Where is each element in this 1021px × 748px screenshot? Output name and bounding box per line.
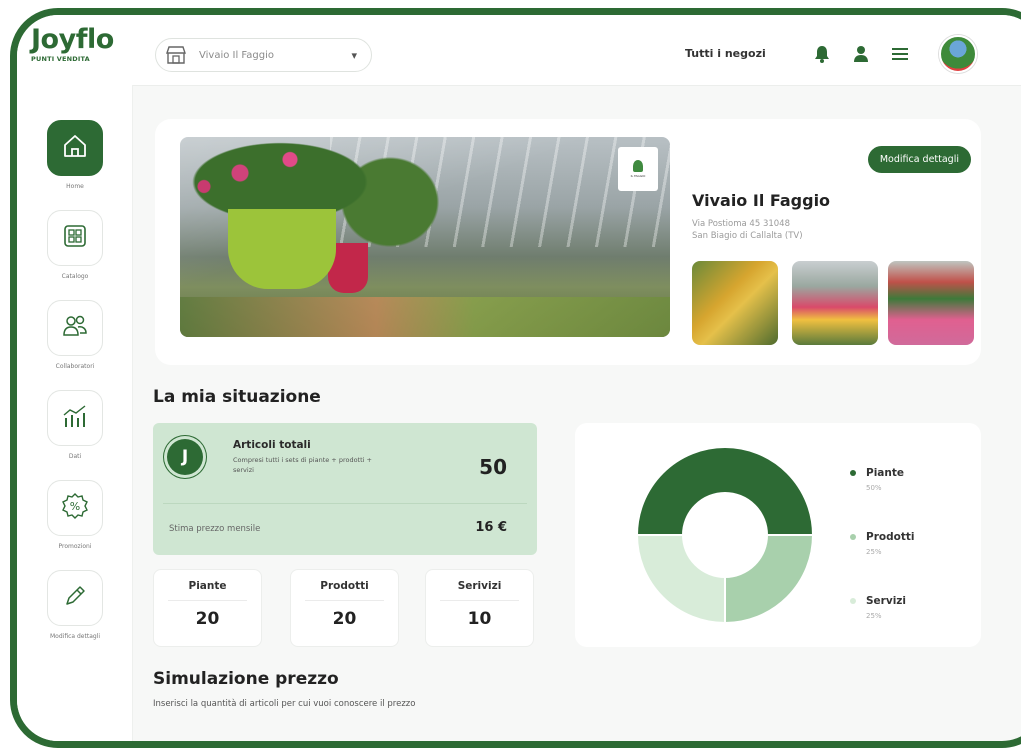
store-address-line: Via Postioma 45 31048 — [692, 219, 790, 229]
catalog-button[interactable] — [47, 210, 103, 266]
legend-item-piante: Piante 50% — [850, 467, 904, 492]
store-logo-label: IL FAGGIO — [630, 174, 646, 178]
legend-row: Servizi — [850, 595, 906, 607]
donut-slice-servizi[interactable] — [635, 534, 726, 625]
monthly-estimate-label: Stima prezzo mensile — [169, 524, 261, 534]
store-photo-thumbnail[interactable] — [692, 261, 778, 345]
sidebar-item-label: Modifica dettagli — [50, 633, 101, 640]
legend-label: Prodotti — [866, 531, 915, 543]
chevron-down-icon: ▾ — [351, 48, 357, 62]
catalog-icon — [62, 223, 88, 253]
edit-details-button[interactable]: Modifica dettagli — [867, 146, 971, 173]
sidebar-item-dati[interactable]: Dati — [42, 390, 108, 461]
store-address-line: San Biagio di Callalta (TV) — [692, 231, 803, 241]
situation-title: La mia situazione — [153, 387, 321, 407]
count-value: 20 — [332, 609, 357, 629]
distribution-chart-card: Piante 50% Prodotti 25% Servizi 25% — [575, 423, 981, 647]
brand-badge: J — [167, 439, 203, 475]
tree-icon — [633, 160, 643, 172]
articles-summary-card: J Articoli totali Compresi tutti i sets … — [153, 423, 537, 555]
legend-marker — [850, 470, 856, 476]
sidebar-item-label: Promozioni — [58, 543, 92, 550]
legend-row: Prodotti — [850, 531, 914, 543]
donut-chart — [635, 446, 815, 625]
sidebar-item-home[interactable]: Home — [42, 120, 108, 191]
hanging-pot — [228, 209, 336, 289]
legend-marker — [850, 534, 856, 540]
divider — [168, 600, 247, 601]
greenhouse-floor — [180, 297, 670, 337]
count-card-servizi: Serivizi 10 — [425, 569, 534, 647]
count-card-prodotti: Prodotti 20 — [290, 569, 399, 647]
data-button[interactable] — [47, 390, 103, 446]
people-button[interactable] — [47, 300, 103, 356]
count-label: Prodotti — [320, 580, 369, 592]
simulation-subtitle: Inserisci la quantità di articoli per cu… — [153, 699, 416, 709]
legend-marker — [850, 598, 856, 604]
store-selector-value: Vivaio Il Faggio — [199, 49, 274, 61]
count-label: Piante — [188, 580, 227, 592]
store-selector[interactable]: Vivaio Il Faggio ▾ — [155, 38, 372, 72]
count-label: Serivizi — [457, 580, 502, 592]
count-value: 20 — [195, 609, 220, 629]
logo-subtitle: PUNTI VENDITA — [31, 55, 90, 63]
svg-text:%: % — [70, 500, 80, 513]
sidebar-item-label: Collaboratori — [55, 363, 95, 370]
sidebar-item-label: Dati — [68, 453, 82, 460]
store-title: Vivaio Il Faggio — [692, 191, 831, 210]
divider — [440, 600, 519, 601]
simulation-title: Simulazione prezzo — [153, 669, 339, 689]
store-hero-image: IL FAGGIO — [180, 137, 670, 337]
divider — [163, 503, 527, 504]
promo-button[interactable]: % — [47, 480, 103, 536]
sidebar: Home Catalogo Collaboratori Dati % Promo… — [17, 85, 133, 741]
count-value: 10 — [467, 609, 492, 629]
total-articles-title: Articoli totali — [233, 439, 311, 451]
sidebar-item-label: Catalogo — [61, 273, 89, 280]
store-logo-badge: IL FAGGIO — [618, 147, 658, 191]
avatar[interactable] — [939, 35, 977, 73]
discount-icon: % — [61, 492, 89, 524]
legend-row: Piante — [850, 467, 904, 479]
store-photo-thumbnail[interactable] — [888, 261, 974, 345]
user-icon[interactable] — [850, 43, 872, 65]
sidebar-item-label: Home — [66, 183, 84, 190]
legend-label: Piante — [866, 467, 904, 479]
bell-icon[interactable] — [811, 43, 833, 65]
legend-percentage: 25% — [866, 612, 882, 620]
app-frame: Joyflo PUNTI VENDITA Vivaio Il Faggio ▾ … — [10, 8, 1021, 748]
store-card: IL FAGGIO Modifica dettagli Vivaio Il Fa… — [155, 119, 981, 365]
app-logo[interactable]: Joyflo PUNTI VENDITA — [31, 24, 114, 64]
all-stores-link[interactable]: Tutti i negozi — [685, 47, 766, 60]
legend-item-servizi: Servizi 25% — [850, 595, 906, 620]
total-articles-value: 50 — [479, 455, 507, 479]
sidebar-item-catalogo[interactable]: Catalogo — [42, 210, 108, 281]
donut-slice-prodotti[interactable] — [724, 534, 815, 625]
divider — [305, 600, 384, 601]
store-icon — [163, 44, 189, 66]
legend-percentage: 25% — [866, 548, 882, 556]
legend-item-prodotti: Prodotti 25% — [850, 531, 914, 556]
people-icon — [61, 313, 89, 343]
total-articles-subtitle: Compresi tutti i sets di piante + prodot… — [233, 456, 372, 474]
count-card-piante: Piante 20 — [153, 569, 262, 647]
menu-icon[interactable] — [889, 43, 911, 65]
legend-percentage: 50% — [866, 484, 882, 492]
top-bar: Joyflo PUNTI VENDITA Vivaio Il Faggio ▾ … — [17, 15, 1021, 86]
sidebar-item-collaboratori[interactable]: Collaboratori — [42, 300, 108, 371]
sidebar-item-modifica[interactable]: Modifica dettagli — [42, 570, 108, 641]
store-photo-thumbnail[interactable] — [792, 261, 878, 345]
logo-wordmark: Joyflo — [31, 24, 114, 55]
legend-label: Servizi — [866, 595, 907, 607]
pencil-icon — [62, 583, 88, 613]
monthly-estimate-value: 16 € — [475, 520, 507, 535]
sidebar-item-promozioni[interactable]: % Promozioni — [42, 480, 108, 551]
edit-button[interactable] — [47, 570, 103, 626]
donut-slice-piante[interactable] — [635, 446, 815, 536]
chart-icon — [61, 403, 89, 433]
home-button[interactable] — [47, 120, 103, 176]
home-icon — [62, 133, 88, 163]
store-address: Via Postioma 45 31048 San Biagio di Call… — [692, 218, 803, 242]
